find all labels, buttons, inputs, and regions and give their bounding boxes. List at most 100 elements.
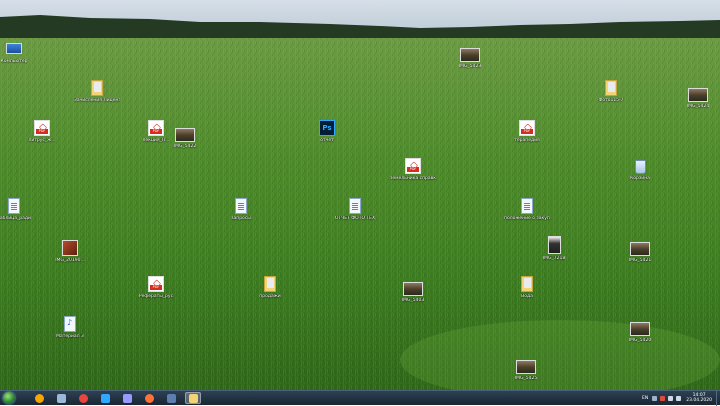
folder-icon [264,276,276,292]
desktop-icon[interactable]: Материал 3 [47,316,93,339]
volume-icon[interactable] [676,395,682,401]
desktop-icon[interactable]: IMG_5424 [675,86,720,109]
taskbar-firefox-button[interactable] [141,392,157,404]
desktop-icon[interactable]: IMG_5425 [503,358,549,381]
desktop-icon-label: Зачисления Лицензии [74,98,120,103]
desktop-icon[interactable]: запросы [218,198,264,221]
desktop-icon[interactable]: Корзина [617,160,663,181]
arrow-up-icon[interactable] [652,395,658,401]
folder-icon [521,276,533,292]
start-button[interactable] [3,392,15,404]
pdf-file-icon [148,276,164,292]
desktop-icon[interactable]: Вода [504,276,550,299]
clock[interactable]: 14:07 23.04.2020 [686,393,712,403]
desktop-icon-label: отчет [320,138,334,143]
taskbar-network-computer-button[interactable] [53,392,69,404]
pinned-apps [25,392,201,404]
desktop-icon[interactable]: терапедия [504,120,550,143]
pdf-file-icon [405,158,421,174]
desktop-icon-label: Фото115-7 [598,98,624,103]
desktop-icon[interactable]: Таблица_ради [0,198,37,221]
desktop-icon[interactable]: Зачисления Лицензии [74,80,120,103]
firefox-icon [144,393,154,403]
avast-icon [34,393,44,403]
desktop-icon-label: Материал 3 [56,334,84,339]
pdf-file-icon [519,120,535,136]
desktop-icon-label: положение о закупках [504,216,550,221]
desktop-icon[interactable]: IMG_5420 [617,320,663,343]
image-file-icon [460,48,480,62]
desktop-icon-label: IMG_5424 [686,104,710,109]
image-file-icon [547,236,561,254]
desktop-icon-label: запросы [231,216,251,221]
desktop-icon-label: продажи [259,294,281,299]
shield-icon[interactable] [660,395,666,401]
taskbar-photoshop-button[interactable] [97,392,113,404]
image-file-icon [62,240,78,256]
desktop-icon[interactable]: IMG_5422 [162,126,208,149]
taskbar: EN 14:07 23.04.2020 [0,390,720,406]
image-file-icon [403,282,423,296]
desktop-icon[interactable]: IMG_5403 [390,280,436,303]
desktop-icon-label: Таблица_ради [0,216,31,221]
chrome-icon [78,393,88,403]
network-icon[interactable] [668,395,674,401]
desktop-icon-label: IMG_5423 [458,64,482,69]
image-file-icon [175,128,195,142]
taskbar-avast-button[interactable] [31,392,47,404]
computer-icon [6,43,22,54]
photoshop-icon [100,393,110,403]
desktop-icon[interactable]: положение о закупках [504,198,550,221]
taskbar-premiere-button[interactable] [119,392,135,404]
photoshop-file-icon: Ps [319,120,335,136]
desktop-icon[interactable]: Ps отчет [304,120,350,143]
desktop-icon[interactable]: IMG_5421 [617,240,663,263]
image-file-icon [516,360,536,374]
desktop-icon[interactable]: IMG_7218 [531,236,577,261]
desktop-icon-label: Вода [521,294,533,299]
desktop[interactable]: Компьютер Зачисления Лицензии IMG_5423 Фото… [0,0,720,390]
document-icon [235,198,247,214]
desktop-icon-label: IMG_5421 [628,258,652,263]
desktop-icon-label: ОТЧЕТ ФОТО ТЕХ [334,216,376,221]
desktop-icon-label: земельника справка [390,176,436,181]
save-floppy-icon [166,393,176,403]
image-file-icon [630,242,650,256]
desktop-icon[interactable]: продажи [247,276,293,299]
desktop-icon-label: IMG_5420 [628,338,652,343]
taskbar-save-floppy-button[interactable] [163,392,179,404]
desktop-icon-label: Компьютер [0,59,28,64]
folder-icon [605,80,617,96]
document-icon [521,198,533,214]
desktop-icon-label: IMG_20190... [55,258,85,263]
show-desktop-button[interactable] [716,390,720,406]
audio-file-icon [64,316,76,332]
desktop-icon-label: Корзина [630,176,650,181]
taskbar-explorer-button[interactable] [185,392,201,404]
desktop-icon-label: литрус_ж... [28,138,56,143]
desktop-icon-label: Рефераты_рус [138,294,174,299]
clock-date: 23.04.2020 [686,398,712,403]
taskbar-chrome-button[interactable] [75,392,91,404]
desktop-icon[interactable]: литрус_ж... [19,120,65,143]
desktop-icon[interactable]: Фото115-7 [588,80,634,103]
system-tray: EN 14:07 23.04.2020 [642,390,720,406]
desktop-icon[interactable]: ОТЧЕТ ФОТО ТЕХ [332,198,378,221]
desktop-icon[interactable]: IMG_20190... [47,238,93,263]
language-indicator[interactable]: EN [642,396,648,401]
desktop-icon[interactable]: земельника справка [390,158,436,181]
desktop-icon-label: IMG_5422 [173,144,197,149]
premiere-icon [122,393,132,403]
document-icon [8,198,20,214]
desktop-icon[interactable]: Компьютер [0,43,37,64]
desktop-icon-label: IMG_7218 [542,256,566,261]
desktop-icon[interactable]: Рефераты_рус [133,276,179,299]
explorer-icon [188,393,198,403]
desktop-icon[interactable]: IMG_5423 [447,46,493,69]
document-icon [349,198,361,214]
image-file-icon [688,88,708,102]
network-computer-icon [56,393,66,403]
recycle-bin-icon [634,160,646,174]
desktop-icon-label: терапедия [514,138,540,143]
desktop-icon-label: IMG_5425 [514,376,538,381]
